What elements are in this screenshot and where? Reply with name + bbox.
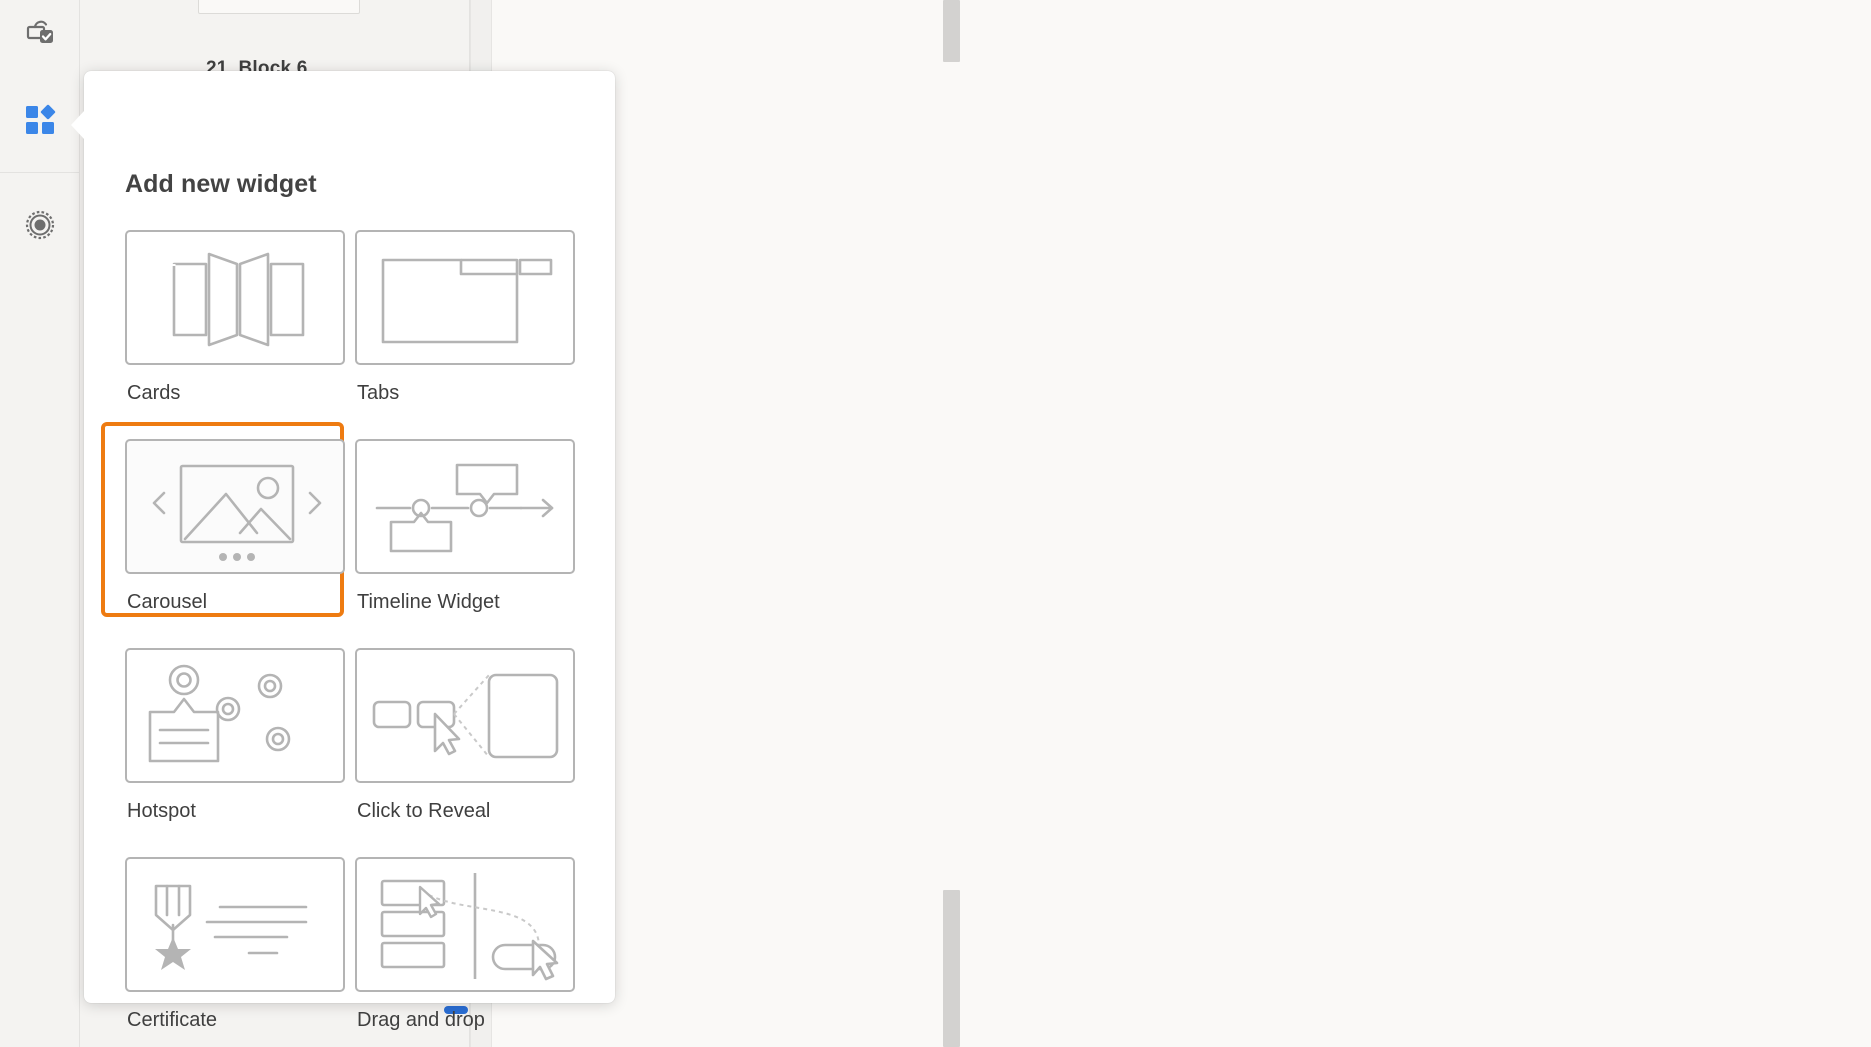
panel-title: Add new widget <box>125 170 317 198</box>
widget-tile-timeline-widget[interactable]: Timeline Widget <box>355 439 585 648</box>
lock-check-icon <box>23 14 57 48</box>
app-root: 21. Block 6 Add new widget Cards Tabs Ca… <box>0 0 1871 1047</box>
left-icon-rail <box>0 0 80 1047</box>
widget-preview-frame <box>125 230 345 365</box>
panel-pointer-arrow <box>71 110 85 140</box>
outline-card <box>198 0 360 14</box>
widget-tile-carousel[interactable]: Carousel <box>101 422 355 648</box>
rail-item-record[interactable] <box>0 172 79 277</box>
widget-preview-frame <box>125 648 345 783</box>
editor-canvas-area <box>492 0 1871 1047</box>
widget-label: Tabs <box>357 382 400 404</box>
widget-label: Drag and drop <box>357 1009 485 1031</box>
widget-preview-frame <box>355 439 575 574</box>
widgets-grid-icon <box>23 103 57 137</box>
widget-label: Carousel <box>127 591 208 613</box>
widget-preview-frame <box>355 648 575 783</box>
widget-label: Click to Reveal <box>357 800 491 822</box>
widget-tile-click-to-reveal[interactable]: Click to Reveal <box>355 648 585 857</box>
widget-label: Hotspot <box>127 800 196 822</box>
scrollbar-thumb[interactable] <box>943 0 960 62</box>
widget-preview-frame <box>355 857 575 992</box>
widget-tile-tabs[interactable]: Tabs <box>355 230 585 439</box>
widget-tile-cards[interactable]: Cards <box>125 230 355 439</box>
widget-tile-hotspot[interactable]: Hotspot <box>125 648 355 857</box>
widget-grid: Cards Tabs Carousel Timeline Widget Hots… <box>101 230 585 1047</box>
widget-preview-frame <box>355 230 575 365</box>
record-circle-icon <box>23 208 57 242</box>
scrollbar-thumb-lower[interactable] <box>943 890 960 1047</box>
widget-tile-drag-and-drop[interactable]: Drag and drop <box>355 857 585 1047</box>
widget-tile-certificate[interactable]: Certificate <box>125 857 355 1047</box>
add-widget-panel: Add new widget Cards Tabs Carousel Timel… <box>71 71 615 1031</box>
widget-preview-frame <box>125 857 345 992</box>
widget-label: Certificate <box>127 1009 218 1031</box>
widget-preview-frame <box>125 439 345 574</box>
widget-label: Timeline Widget <box>357 591 500 613</box>
rail-item-widgets[interactable] <box>0 68 79 173</box>
widget-label: Cards <box>127 382 181 404</box>
